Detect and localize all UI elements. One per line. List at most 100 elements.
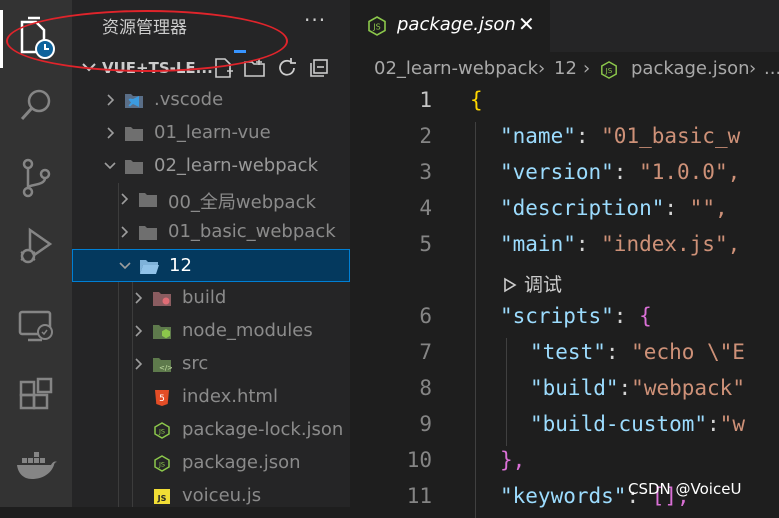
run-debug-icon[interactable]: [0, 216, 72, 276]
tree-folder-row[interactable]: node_modules: [72, 315, 350, 348]
tree-folder-row[interactable]: 01_learn-vue: [72, 117, 350, 150]
javascript-icon: JS: [154, 489, 170, 504]
nodejs-icon: JS: [154, 455, 170, 472]
json-value: "w: [719, 412, 745, 436]
tree-item-label: 01_learn-vue: [154, 122, 271, 143]
json-colon: :: [664, 196, 690, 220]
json-key: "build-custom": [530, 412, 708, 436]
json-colon: :: [707, 412, 720, 436]
json-key: "test": [530, 340, 606, 364]
tree-item-label: node_modules: [182, 320, 313, 341]
tree-item-label: .vscode: [154, 89, 224, 110]
code-line: {: [470, 88, 483, 112]
tree-folder-row[interactable]: 01_basic_webpack: [72, 216, 350, 249]
breadcrumb: 02_learn-webpack › 12 › JS package.json …: [350, 52, 779, 86]
breadcrumb-item[interactable]: ...: [764, 58, 779, 79]
tab-label: package.json: [397, 14, 516, 35]
docker-icon[interactable]: [0, 436, 72, 496]
tree-folder-row[interactable]: .vscode: [72, 84, 350, 117]
tree-folder-row[interactable]: 02_learn-webpack: [72, 150, 350, 183]
tab-package-json[interactable]: JS package.json ✕: [350, 0, 550, 52]
explorer-sidebar: 资源管理器 ··· VUE+TS-LE... .vscode 01_learn-v…: [72, 0, 350, 507]
chevron-right-icon: ›: [583, 58, 591, 79]
build-folder-icon: [153, 292, 171, 306]
line-number: 8: [419, 376, 432, 400]
line-number: 3: [419, 160, 432, 184]
json-key: "scripts": [500, 304, 614, 328]
line-number: 1: [419, 88, 432, 112]
tree-file-row[interactable]: JS voiceu.js: [72, 480, 350, 507]
json-colon: :: [613, 304, 640, 328]
tree-item-label: 02_learn-webpack: [154, 155, 318, 176]
activity-bar: [0, 0, 72, 507]
json-value: "",: [689, 196, 728, 220]
chevron-right-icon: [135, 325, 143, 337]
tree-item-label: 01_basic_webpack: [168, 221, 336, 242]
json-colon: :: [605, 340, 632, 364]
code-line: "test": "echo \"E: [530, 340, 745, 364]
json-value: "01_basic_w: [601, 124, 741, 148]
json-value: "webpack": [631, 376, 745, 400]
chevron-right-icon: [107, 94, 115, 106]
json-key: "keywords": [500, 484, 627, 508]
editor-area: JS package.json ✕ 02_learn-webpack › 12 …: [350, 0, 779, 518]
breadcrumb-item[interactable]: package.json: [631, 58, 750, 79]
collapse-all-icon[interactable]: [306, 55, 332, 81]
nodejs-icon: JS: [154, 422, 170, 439]
tree-item-label: index.html: [182, 386, 278, 407]
tree-folder-row[interactable]: </> src: [72, 348, 350, 381]
src-folder-icon: </>: [153, 358, 172, 372]
tree-file-row[interactable]: 5 index.html: [72, 381, 350, 414]
tree-item-label: 12: [169, 255, 192, 276]
code-line: "version": "1.0.0",: [500, 160, 740, 184]
svg-text:JS: JS: [372, 23, 380, 32]
remote-explorer-icon[interactable]: [0, 296, 72, 356]
svg-text:</>: </>: [159, 364, 172, 372]
svg-text:JS: JS: [158, 461, 165, 469]
annotation-ellipse: [6, 10, 288, 72]
tree-item-label: package.json: [182, 452, 301, 473]
json-value: "index.js",: [601, 232, 741, 256]
json-key: "description": [500, 196, 665, 220]
svg-text:5: 5: [159, 394, 165, 404]
json-colon: :: [618, 376, 632, 400]
tree-item-label: 00_全局webpack: [168, 192, 316, 213]
tree-folder-row[interactable]: 00_全局webpack: [72, 183, 350, 216]
debug-codelens[interactable]: 调试: [502, 270, 562, 297]
chevron-right-icon: [107, 127, 115, 139]
breadcrumb-item[interactable]: 12: [554, 58, 577, 79]
json-key: "main": [500, 232, 576, 256]
svg-text:JS: JS: [605, 66, 613, 75]
indent-guide: [475, 122, 476, 518]
code-line: "description": "",: [500, 196, 728, 220]
tree-item-label: build: [182, 287, 227, 308]
html5-icon: 5: [155, 390, 169, 406]
refresh-icon[interactable]: [274, 55, 300, 81]
line-number: 9: [419, 412, 432, 436]
breadcrumb-item[interactable]: 02_learn-webpack: [374, 58, 538, 79]
tree-file-row[interactable]: JS package.json: [72, 447, 350, 480]
close-icon[interactable]: ✕: [518, 12, 535, 36]
json-key: "name": [500, 124, 576, 148]
search-icon[interactable]: [0, 75, 72, 135]
source-control-icon[interactable]: [0, 148, 72, 208]
tree-item-label: package-lock.json: [182, 419, 344, 440]
tree-file-row[interactable]: JS package-lock.json: [72, 414, 350, 447]
folder-icon: [125, 127, 143, 141]
code-token: {: [470, 88, 483, 112]
more-actions-button[interactable]: ···: [304, 8, 326, 32]
line-number: 11: [406, 484, 432, 508]
json-colon: :: [575, 232, 602, 256]
chevron-right-icon: [135, 292, 143, 304]
tree-folder-row[interactable]: build: [72, 282, 350, 315]
tree-folder-row[interactable]: 12: [72, 249, 350, 282]
node-modules-folder-icon: [153, 325, 171, 339]
chevron-right-icon: [135, 358, 143, 370]
tree-item-label: voiceu.js: [182, 485, 262, 506]
extensions-icon[interactable]: [0, 366, 72, 426]
watermark: CSDN @VoiceU: [628, 480, 742, 498]
chevron-down-icon: [104, 162, 116, 170]
line-number: 7: [419, 340, 432, 364]
json-value: "echo \"E: [631, 340, 745, 364]
chevron-right-icon: ›: [538, 58, 546, 79]
